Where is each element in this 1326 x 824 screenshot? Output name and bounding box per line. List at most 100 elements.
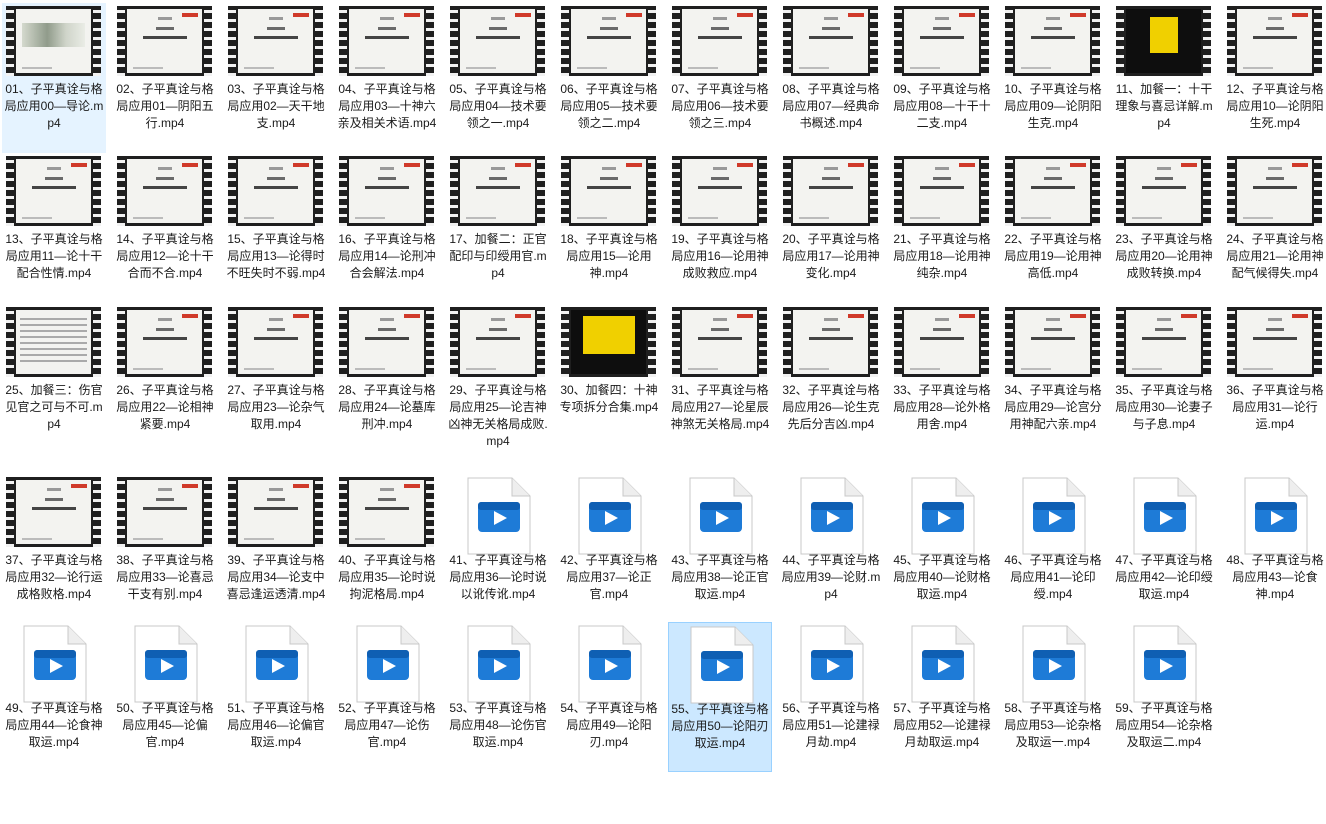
file-item[interactable]: 32、子平真诠与格局应用26—论生克先后分吉凶.mp4 (779, 304, 883, 454)
file-item[interactable]: 52、子平真诠与格局应用47—论伤官.mp4 (335, 622, 439, 772)
video-thumbnail (450, 156, 545, 226)
file-item[interactable]: 56、子平真诠与格局应用51—论建禄月劫.mp4 (779, 622, 883, 772)
file-item[interactable]: 28、子平真诠与格局应用24—论墓库刑冲.mp4 (335, 304, 439, 454)
file-name-label: 54、子平真诠与格局应用49—论阳刃.mp4 (560, 701, 658, 749)
file-item[interactable]: 08、子平真诠与格局应用07—经典命书概述.mp4 (779, 3, 883, 153)
file-item[interactable]: 39、子平真诠与格局应用34—论支中喜忌逢运透清.mp4 (224, 474, 328, 624)
file-item[interactable]: 46、子平真诠与格局应用41—论印绶.mp4 (1001, 474, 1105, 624)
file-item[interactable]: 14、子平真诠与格局应用12—论十干合而不合.mp4 (113, 153, 217, 303)
file-item[interactable]: 50、子平真诠与格局应用45—论偏官.mp4 (113, 622, 217, 772)
video-file-icon (131, 624, 199, 704)
file-name-label: 34、子平真诠与格局应用29—论宫分用神配六亲.mp4 (1004, 383, 1102, 431)
file-name-label: 03、子平真诠与格局应用02—天干地支.mp4 (227, 82, 325, 130)
file-item[interactable]: 13、子平真诠与格局应用11—论十干配合性情.mp4 (2, 153, 106, 303)
video-thumbnail (6, 156, 101, 226)
file-item[interactable]: 02、子平真诠与格局应用01—阴阳五行.mp4 (113, 3, 217, 153)
file-item[interactable]: 19、子平真诠与格局应用16—论用神成败救应.mp4 (668, 153, 772, 303)
file-item[interactable]: 35、子平真诠与格局应用30—论妻子与子息.mp4 (1112, 304, 1216, 454)
video-file-icon (353, 624, 421, 704)
file-item[interactable]: 47、子平真诠与格局应用42—论印绶取运.mp4 (1112, 474, 1216, 624)
file-item[interactable]: 07、子平真诠与格局应用06—技术要领之三.mp4 (668, 3, 772, 153)
file-item[interactable]: 11、加餐一：十干理象与喜忌详解.mp4 (1112, 3, 1216, 153)
file-item[interactable]: 16、子平真诠与格局应用14—论刑冲合会解法.mp4 (335, 153, 439, 303)
file-item[interactable]: 24、子平真诠与格局应用21—论用神配气候得失.mp4 (1223, 153, 1326, 303)
file-name-label: 30、加餐四：十神专项拆分合集.mp4 (559, 383, 659, 414)
file-item[interactable]: 23、子平真诠与格局应用20—论用神成败转换.mp4 (1112, 153, 1216, 303)
file-item[interactable]: 43、子平真诠与格局应用38—论正官取运.mp4 (668, 474, 772, 624)
file-item[interactable]: 27、子平真诠与格局应用23—论杂气取用.mp4 (224, 304, 328, 454)
file-item[interactable]: 25、加餐三：伤官见官之可与不可.mp4 (2, 304, 106, 454)
file-item[interactable]: 58、子平真诠与格局应用53—论杂格及取运一.mp4 (1001, 622, 1105, 772)
file-item[interactable]: 57、子平真诠与格局应用52—论建禄月劫取运.mp4 (890, 622, 994, 772)
video-thumbnail (783, 6, 878, 76)
video-file-icon (575, 624, 643, 704)
file-name-label: 23、子平真诠与格局应用20—论用神成败转换.mp4 (1115, 232, 1213, 280)
file-name-label: 14、子平真诠与格局应用12—论十干合而不合.mp4 (116, 232, 214, 280)
file-item[interactable]: 42、子平真诠与格局应用37—论正官.mp4 (557, 474, 661, 624)
file-name-label: 56、子平真诠与格局应用51—论建禄月劫.mp4 (782, 701, 880, 749)
file-item[interactable]: 55、子平真诠与格局应用50—论阳刃取运.mp4 (668, 622, 772, 772)
video-thumbnail (894, 307, 989, 377)
file-item[interactable]: 04、子平真诠与格局应用03—十神六亲及相关术语.mp4 (335, 3, 439, 153)
file-item[interactable]: 20、子平真诠与格局应用17—论用神变化.mp4 (779, 153, 883, 303)
file-item[interactable]: 10、子平真诠与格局应用09—论阴阳生克.mp4 (1001, 3, 1105, 153)
file-grid: 01、子平真诠与格局应用00—导论.mp4 02、子平真诠与格局应用01—阴阳五行… (0, 0, 1326, 824)
file-item[interactable]: 05、子平真诠与格局应用04—技术要领之一.mp4 (446, 3, 550, 153)
file-name-label: 22、子平真诠与格局应用19—论用神高低.mp4 (1004, 232, 1102, 280)
video-file-icon (1241, 476, 1309, 556)
video-thumbnail (1116, 6, 1211, 76)
file-item[interactable]: 40、子平真诠与格局应用35—论时说拘泥格局.mp4 (335, 474, 439, 624)
file-name-label: 08、子平真诠与格局应用07—经典命书概述.mp4 (782, 82, 880, 130)
file-item[interactable]: 45、子平真诠与格局应用40—论财格取运.mp4 (890, 474, 994, 624)
file-name-label: 10、子平真诠与格局应用09—论阴阳生克.mp4 (1004, 82, 1102, 130)
video-thumbnail (228, 156, 323, 226)
video-thumbnail (672, 156, 767, 226)
file-item[interactable]: 37、子平真诠与格局应用32—论行运成格败格.mp4 (2, 474, 106, 624)
file-item[interactable]: 33、子平真诠与格局应用28—论外格用舍.mp4 (890, 304, 994, 454)
video-file-icon (1019, 476, 1087, 556)
file-item[interactable]: 06、子平真诠与格局应用05—技术要领之二.mp4 (557, 3, 661, 153)
file-name-label: 48、子平真诠与格局应用43—论食神.mp4 (1226, 553, 1324, 601)
video-file-icon (1130, 476, 1198, 556)
file-item[interactable]: 48、子平真诠与格局应用43—论食神.mp4 (1223, 474, 1326, 624)
file-item[interactable]: 03、子平真诠与格局应用02—天干地支.mp4 (224, 3, 328, 153)
file-name-label: 41、子平真诠与格局应用36—论时说以讹传讹.mp4 (449, 553, 547, 601)
file-name-label: 43、子平真诠与格局应用38—论正官取运.mp4 (671, 553, 769, 601)
video-thumbnail (6, 6, 101, 76)
file-item[interactable]: 12、子平真诠与格局应用10—论阴阳生死.mp4 (1223, 3, 1326, 153)
file-item[interactable]: 49、子平真诠与格局应用44—论食神取运.mp4 (2, 622, 106, 772)
video-thumbnail (450, 307, 545, 377)
file-item[interactable]: 18、子平真诠与格局应用15—论用神.mp4 (557, 153, 661, 303)
file-item[interactable]: 26、子平真诠与格局应用22—论相神紧要.mp4 (113, 304, 217, 454)
video-file-icon (686, 476, 754, 556)
video-thumbnail (1116, 156, 1211, 226)
file-item[interactable]: 01、子平真诠与格局应用00—导论.mp4 (2, 3, 106, 153)
file-item[interactable]: 31、子平真诠与格局应用27—论星辰神煞无关格局.mp4 (668, 304, 772, 454)
file-item[interactable]: 44、子平真诠与格局应用39—论财.mp4 (779, 474, 883, 624)
file-item[interactable]: 30、加餐四：十神专项拆分合集.mp4 (557, 304, 661, 454)
file-name-label: 20、子平真诠与格局应用17—论用神变化.mp4 (782, 232, 880, 280)
file-name-label: 25、加餐三：伤官见官之可与不可.mp4 (5, 383, 103, 431)
video-thumbnail (117, 477, 212, 547)
file-item[interactable]: 59、子平真诠与格局应用54—论杂格及取运二.mp4 (1112, 622, 1216, 772)
file-item[interactable]: 15、子平真诠与格局应用13—论得时不旺失时不弱.mp4 (224, 153, 328, 303)
file-item[interactable]: 41、子平真诠与格局应用36—论时说以讹传讹.mp4 (446, 474, 550, 624)
file-item[interactable]: 38、子平真诠与格局应用33—论喜忌干支有别.mp4 (113, 474, 217, 624)
file-item[interactable]: 51、子平真诠与格局应用46—论偏官取运.mp4 (224, 622, 328, 772)
file-item[interactable]: 34、子平真诠与格局应用29—论宫分用神配六亲.mp4 (1001, 304, 1105, 454)
file-name-label: 09、子平真诠与格局应用08—十干十二支.mp4 (893, 82, 991, 130)
file-item[interactable]: 22、子平真诠与格局应用19—论用神高低.mp4 (1001, 153, 1105, 303)
file-item[interactable]: 36、子平真诠与格局应用31—论行运.mp4 (1223, 304, 1326, 454)
file-item[interactable]: 21、子平真诠与格局应用18—论用神纯杂.mp4 (890, 153, 994, 303)
file-item[interactable]: 54、子平真诠与格局应用49—论阳刃.mp4 (557, 622, 661, 772)
video-thumbnail (1005, 6, 1100, 76)
video-file-icon (797, 476, 865, 556)
file-name-label: 46、子平真诠与格局应用41—论印绶.mp4 (1004, 553, 1102, 601)
file-item[interactable]: 29、子平真诠与格局应用25—论吉神凶神无关格局成败.mp4 (446, 304, 550, 454)
file-item[interactable]: 53、子平真诠与格局应用48—论伤官取运.mp4 (446, 622, 550, 772)
video-thumbnail (783, 307, 878, 377)
file-item[interactable]: 17、加餐二：正官配印与印绶用官.mp4 (446, 153, 550, 303)
file-item[interactable]: 09、子平真诠与格局应用08—十干十二支.mp4 (890, 3, 994, 153)
file-name-label: 15、子平真诠与格局应用13—论得时不旺失时不弱.mp4 (226, 232, 326, 280)
video-thumbnail (117, 307, 212, 377)
